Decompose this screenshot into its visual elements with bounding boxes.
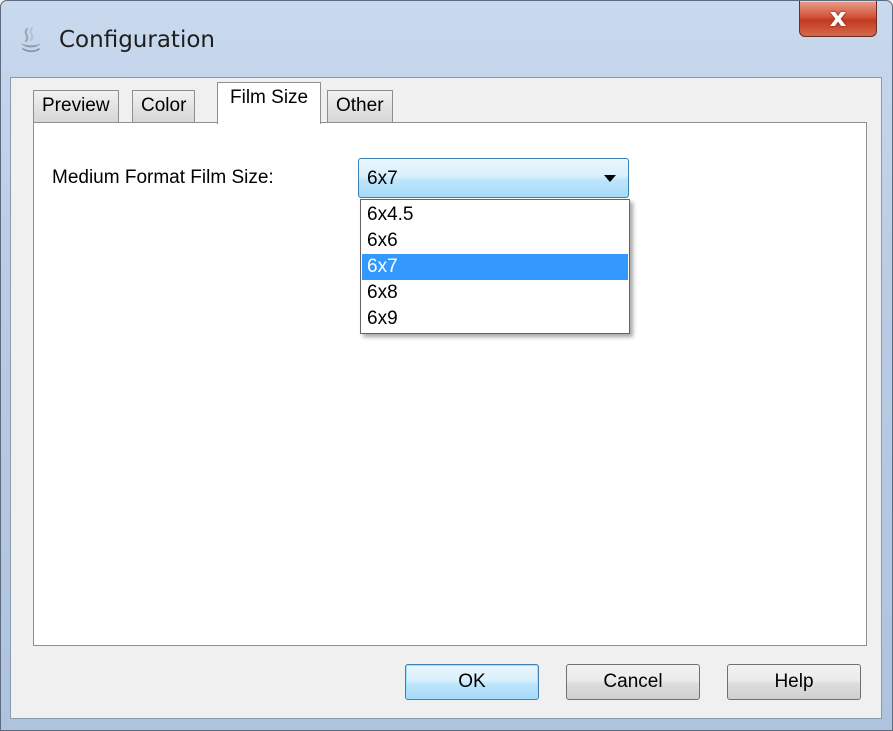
close-button[interactable]: x <box>799 1 877 37</box>
tab-preview[interactable]: Preview <box>33 90 119 122</box>
tab-color[interactable]: Color <box>132 90 196 122</box>
cancel-button[interactable]: Cancel <box>566 664 700 700</box>
option-6x9[interactable]: 6x9 <box>362 306 628 332</box>
film-size-dropdown[interactable]: 6x7 <box>358 158 629 198</box>
close-icon: x <box>829 3 847 33</box>
option-6x4-5[interactable]: 6x4.5 <box>362 202 628 228</box>
chevron-down-icon[interactable] <box>604 175 616 182</box>
tab-other[interactable]: Other <box>327 90 393 122</box>
option-6x7[interactable]: 6x7 <box>362 254 628 280</box>
title-bar[interactable]: Configuration x <box>1 1 892 77</box>
configuration-window: Configuration x Preview Color Film Size … <box>0 0 893 731</box>
java-app-icon <box>21 27 41 53</box>
option-6x6[interactable]: 6x6 <box>362 228 628 254</box>
dialog-client-area: Preview Color Film Size Other Medium For… <box>10 77 882 719</box>
ok-button[interactable]: OK <box>405 664 539 700</box>
tab-film-size[interactable]: Film Size <box>217 82 322 124</box>
film-size-selected-value: 6x7 <box>367 168 398 189</box>
help-button[interactable]: Help <box>727 664 861 700</box>
film-size-label: Medium Format Film Size: <box>52 167 274 188</box>
window-title: Configuration <box>59 27 215 53</box>
film-size-options-list: 6x4.5 6x6 6x7 6x8 6x9 <box>360 199 630 334</box>
film-size-tab-page: Medium Format Film Size: 6x7 6x4.5 6x6 6… <box>33 122 867 646</box>
option-6x8[interactable]: 6x8 <box>362 280 628 306</box>
